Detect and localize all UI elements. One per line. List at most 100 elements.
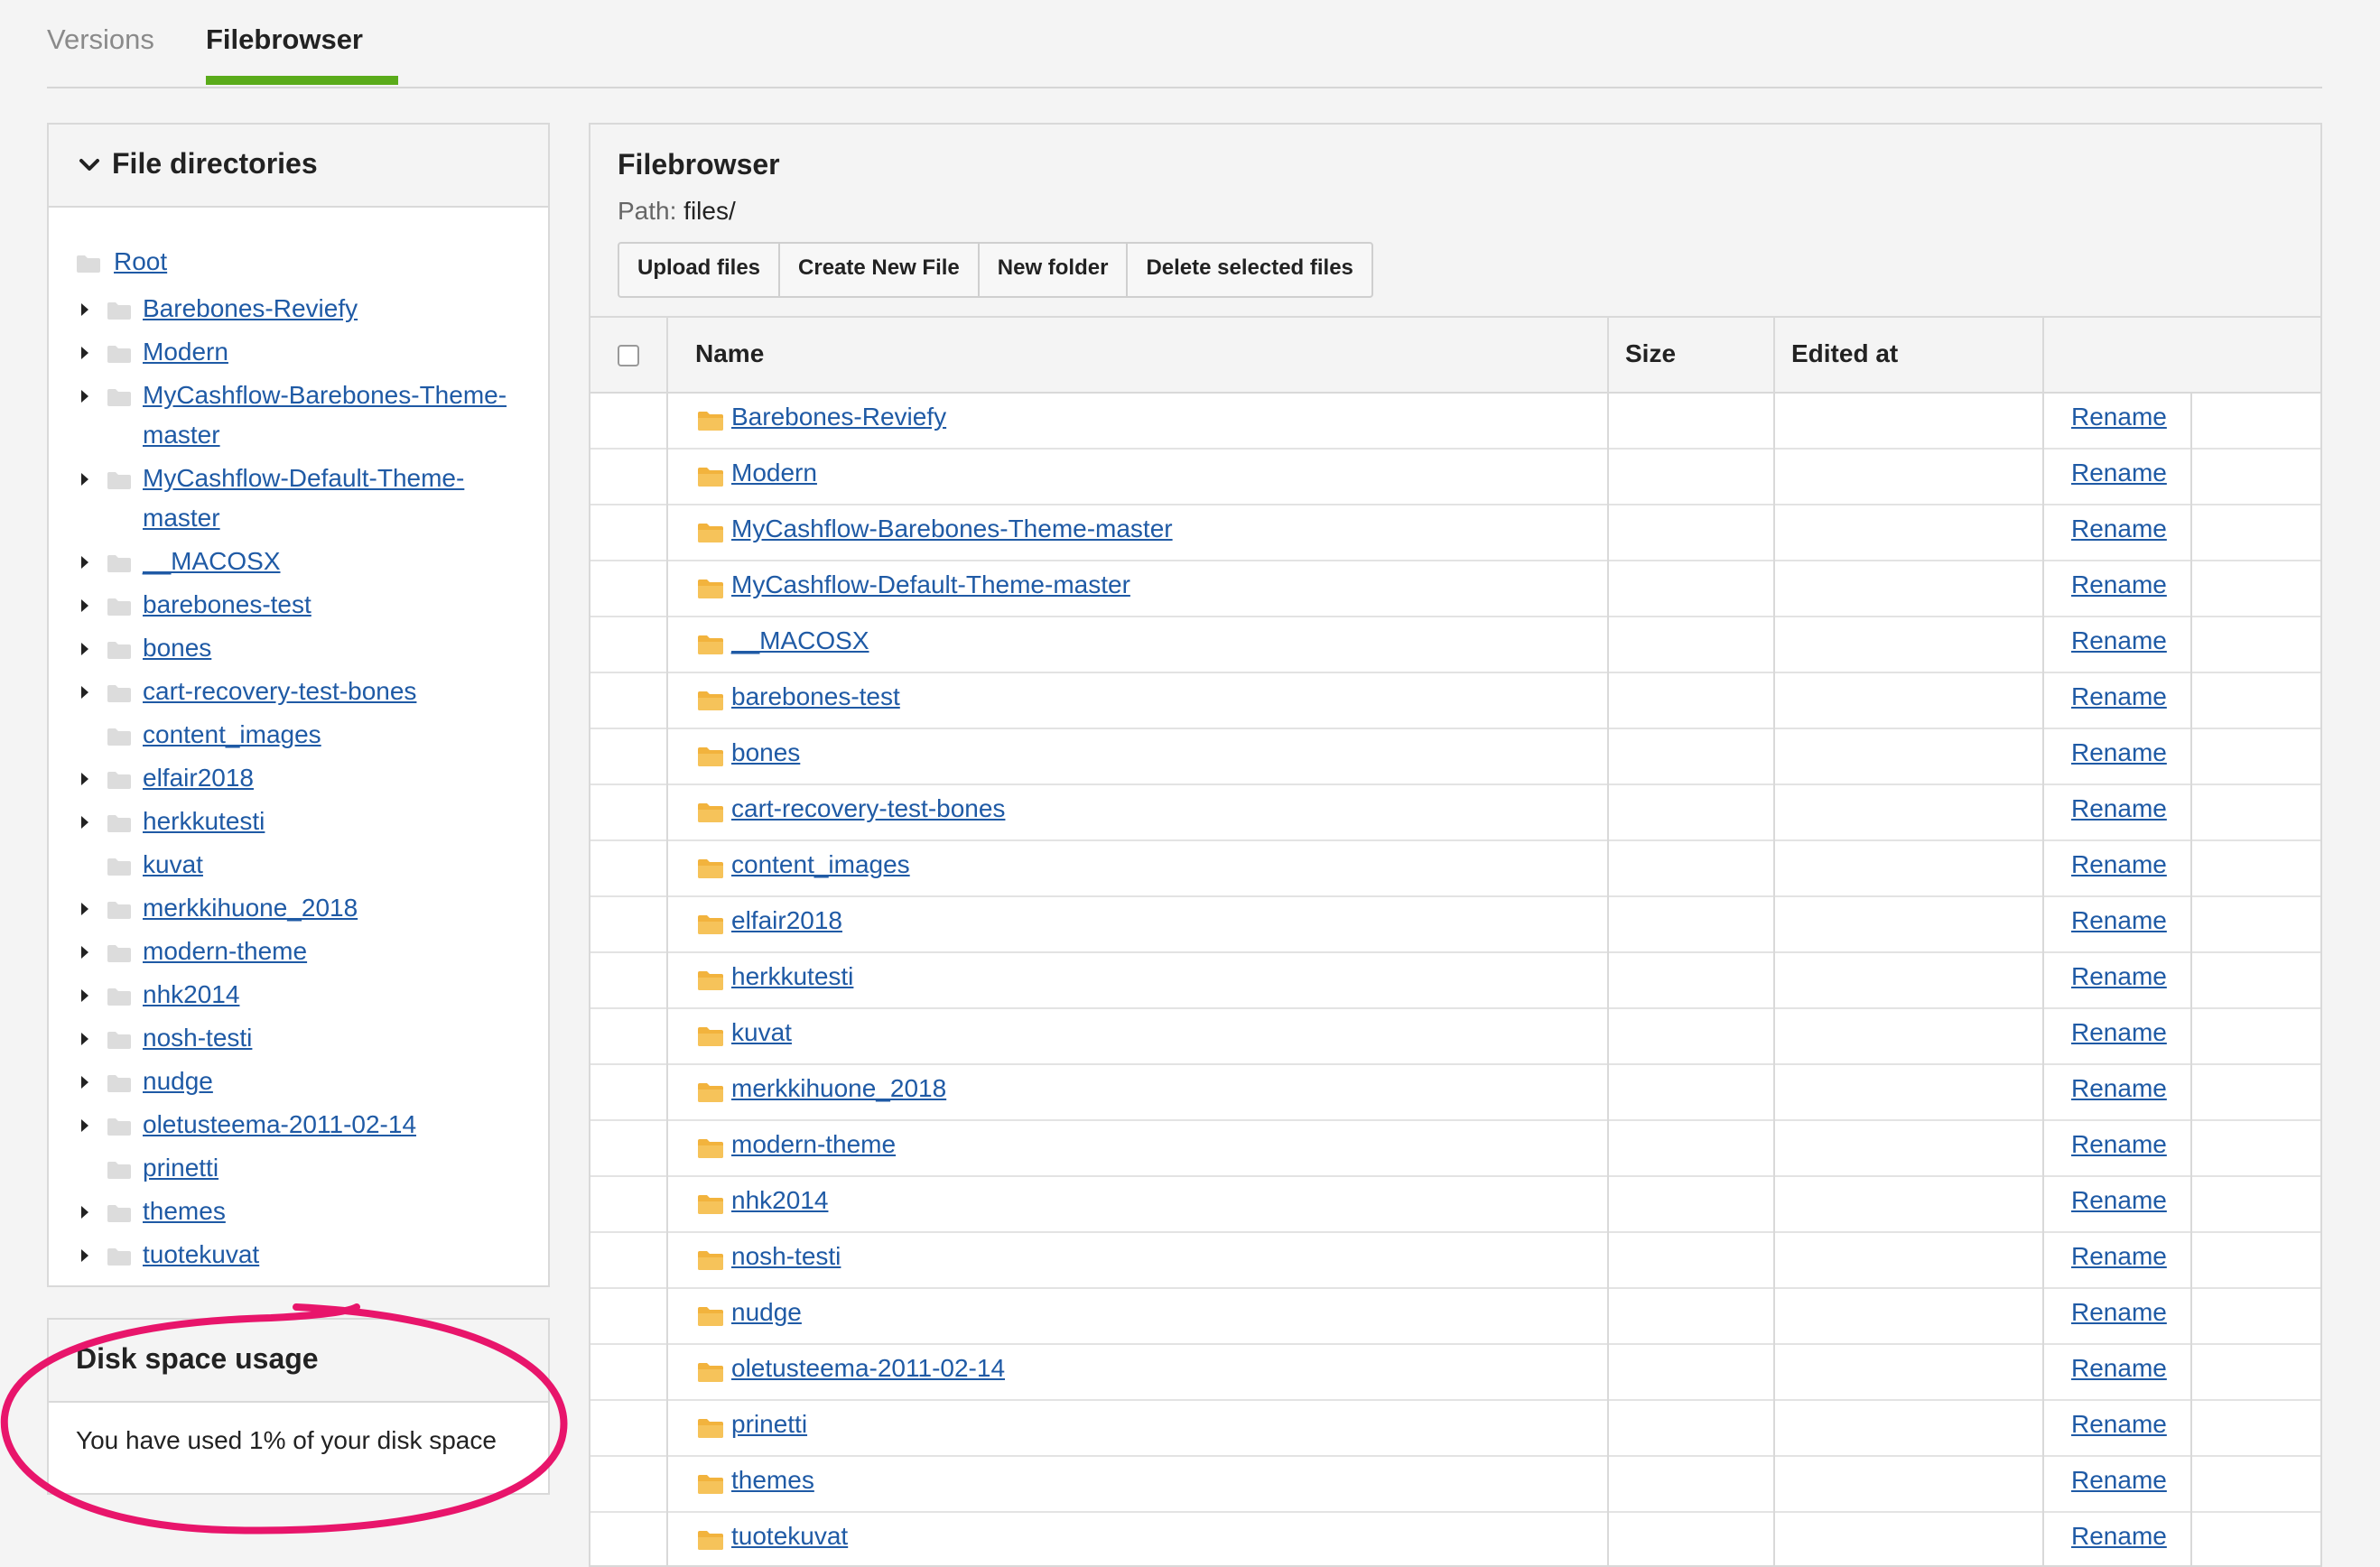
file-name-link[interactable]: oletusteema-2011-02-14 xyxy=(731,1354,1005,1383)
file-directories-header[interactable]: File directories xyxy=(49,125,548,208)
expand-caret-icon[interactable] xyxy=(81,390,88,403)
column-header-size[interactable]: Size xyxy=(1625,339,1676,368)
rename-link[interactable]: Rename xyxy=(2071,515,2167,543)
expand-caret-icon[interactable] xyxy=(81,473,88,486)
table-row: __MACOSX Rename xyxy=(590,617,2320,673)
expand-caret-icon[interactable] xyxy=(81,643,88,655)
new-folder-button[interactable]: New folder xyxy=(980,244,1129,296)
rename-link[interactable]: Rename xyxy=(2071,626,2167,655)
create-new-file-button[interactable]: Create New File xyxy=(780,244,980,296)
tree-item-label[interactable]: tuotekuvat xyxy=(143,1235,531,1275)
chevron-down-icon[interactable] xyxy=(76,152,103,179)
file-name-link[interactable]: nosh-testi xyxy=(731,1242,841,1271)
tree-item-label[interactable]: kuvat xyxy=(143,845,531,885)
table-row: themes Rename xyxy=(590,1457,2320,1513)
rename-link[interactable]: Rename xyxy=(2071,1186,2167,1215)
tree-item-label[interactable]: nosh-testi xyxy=(143,1018,531,1058)
tree-item-label[interactable]: barebones-test xyxy=(143,585,531,625)
tree-item-label[interactable]: cart-recovery-test-bones xyxy=(143,672,531,711)
file-directories-panel: File directories Root Barebones-Reviefy M… xyxy=(47,123,550,1287)
tree-item-label[interactable]: herkkutesti xyxy=(143,802,531,841)
file-name-link[interactable]: tuotekuvat xyxy=(731,1522,848,1551)
file-name-link[interactable]: themes xyxy=(731,1466,814,1495)
rename-link[interactable]: Rename xyxy=(2071,570,2167,599)
rename-link[interactable]: Rename xyxy=(2071,1354,2167,1383)
rename-link[interactable]: Rename xyxy=(2071,1522,2167,1551)
tree-item-label[interactable]: themes xyxy=(143,1191,531,1231)
file-name-link[interactable]: elfair2018 xyxy=(731,906,842,935)
column-header-edited-at[interactable]: Edited at xyxy=(1791,339,1898,368)
expand-caret-icon[interactable] xyxy=(81,816,88,829)
expand-caret-icon[interactable] xyxy=(81,946,88,959)
upload-files-button[interactable]: Upload files xyxy=(619,244,781,296)
tree-item-label[interactable]: modern-theme xyxy=(143,932,531,971)
rename-link[interactable]: Rename xyxy=(2071,682,2167,711)
tree-item-label[interactable]: nudge xyxy=(143,1062,531,1101)
file-name-link[interactable]: modern-theme xyxy=(731,1130,896,1159)
file-name-link[interactable]: prinetti xyxy=(731,1410,807,1439)
expand-caret-icon[interactable] xyxy=(81,903,88,915)
tree-item-label[interactable]: content_images xyxy=(143,715,531,755)
file-name-link[interactable]: nudge xyxy=(731,1298,802,1327)
tree-item: __MACOSX xyxy=(49,542,548,581)
tree-item-label[interactable]: Modern xyxy=(143,332,531,372)
tree-item-label[interactable]: Root xyxy=(114,242,502,282)
tree-item-label[interactable]: Barebones-Reviefy xyxy=(143,289,531,329)
rename-link[interactable]: Rename xyxy=(2071,1466,2167,1495)
rename-link[interactable]: Rename xyxy=(2071,459,2167,487)
tab-versions[interactable]: Versions xyxy=(47,22,154,58)
file-name-link[interactable]: Modern xyxy=(731,459,817,487)
expand-caret-icon[interactable] xyxy=(81,347,88,359)
file-name-link[interactable]: cart-recovery-test-bones xyxy=(731,794,1005,823)
tree-item-label[interactable]: MyCashflow-Barebones-Theme-master xyxy=(143,376,531,455)
tree-item-label[interactable]: elfair2018 xyxy=(143,758,531,798)
tree-item-label[interactable]: MyCashflow-Default-Theme-master xyxy=(143,459,531,538)
expand-caret-icon[interactable] xyxy=(81,686,88,699)
tree-item-label[interactable]: oletusteema-2011-02-14 xyxy=(143,1105,531,1145)
file-name-link[interactable]: bones xyxy=(731,738,800,767)
rename-link[interactable]: Rename xyxy=(2071,1298,2167,1327)
file-name-link[interactable]: content_images xyxy=(731,850,910,879)
file-name-link[interactable]: herkkutesti xyxy=(731,962,853,991)
rename-link[interactable]: Rename xyxy=(2071,850,2167,879)
expand-caret-icon[interactable] xyxy=(81,1033,88,1045)
file-name-link[interactable]: __MACOSX xyxy=(731,626,869,655)
rename-link[interactable]: Rename xyxy=(2071,1018,2167,1047)
tree-item-label[interactable]: prinetti xyxy=(143,1148,531,1188)
rename-link[interactable]: Rename xyxy=(2071,1074,2167,1103)
select-all-checkbox[interactable] xyxy=(618,345,639,366)
expand-caret-icon[interactable] xyxy=(81,303,88,316)
rename-link[interactable]: Rename xyxy=(2071,403,2167,431)
rename-link[interactable]: Rename xyxy=(2071,1130,2167,1159)
file-name-link[interactable]: barebones-test xyxy=(731,682,900,711)
expand-caret-icon[interactable] xyxy=(81,773,88,785)
file-name-link[interactable]: nhk2014 xyxy=(731,1186,828,1215)
expand-caret-icon[interactable] xyxy=(81,1206,88,1219)
rename-link[interactable]: Rename xyxy=(2071,1410,2167,1439)
tree-item-label[interactable]: nhk2014 xyxy=(143,975,531,1015)
file-name-link[interactable]: MyCashflow-Barebones-Theme-master xyxy=(731,515,1173,543)
rename-link[interactable]: Rename xyxy=(2071,906,2167,935)
tree-item-label[interactable]: merkkihuone_2018 xyxy=(143,888,531,928)
rename-link[interactable]: Rename xyxy=(2071,1242,2167,1271)
file-name-link[interactable]: kuvat xyxy=(731,1018,792,1047)
file-name-link[interactable]: MyCashflow-Default-Theme-master xyxy=(731,570,1130,599)
tree-item-label[interactable]: bones xyxy=(143,628,531,668)
column-divider xyxy=(666,316,668,1565)
tree-item-label[interactable]: __MACOSX xyxy=(143,542,531,581)
delete-selected-files-button[interactable]: Delete selected files xyxy=(1128,244,1371,296)
expand-caret-icon[interactable] xyxy=(81,1119,88,1132)
folder-icon xyxy=(77,255,100,273)
tab-filebrowser[interactable]: Filebrowser xyxy=(206,22,363,58)
expand-caret-icon[interactable] xyxy=(81,556,88,569)
rename-link[interactable]: Rename xyxy=(2071,794,2167,823)
expand-caret-icon[interactable] xyxy=(81,599,88,612)
rename-link[interactable]: Rename xyxy=(2071,962,2167,991)
expand-caret-icon[interactable] xyxy=(81,1249,88,1262)
column-header-name[interactable]: Name xyxy=(695,339,764,368)
file-name-link[interactable]: Barebones-Reviefy xyxy=(731,403,946,431)
expand-caret-icon[interactable] xyxy=(81,989,88,1002)
file-name-link[interactable]: merkkihuone_2018 xyxy=(731,1074,946,1103)
expand-caret-icon[interactable] xyxy=(81,1076,88,1089)
rename-link[interactable]: Rename xyxy=(2071,738,2167,767)
